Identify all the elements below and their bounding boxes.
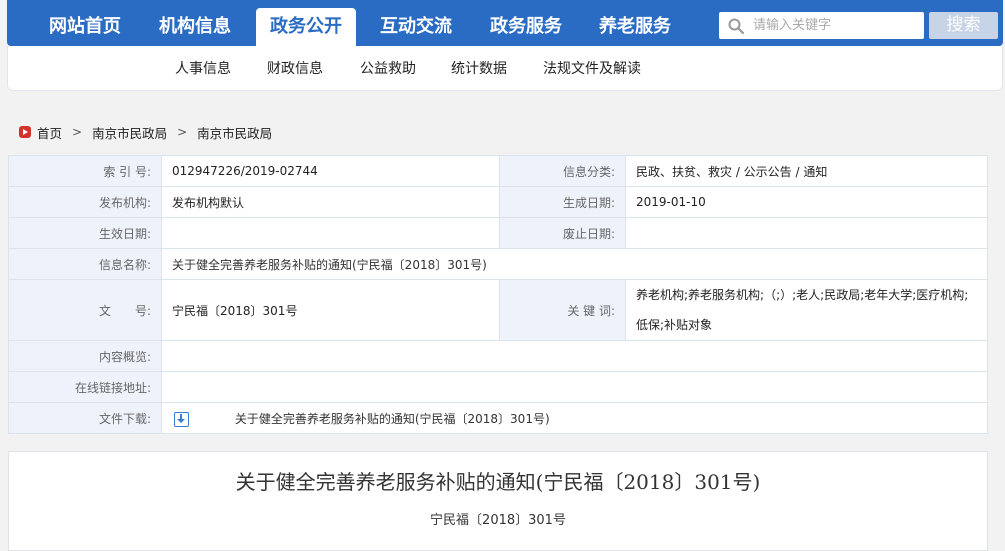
abolished-date-value — [625, 217, 988, 249]
breadcrumb-home[interactable]: 首页 — [37, 123, 62, 142]
search-input[interactable] — [753, 12, 918, 39]
nav-item-gov-services[interactable]: 政务服务 — [478, 8, 574, 46]
search-icon — [728, 18, 745, 35]
publisher-label: 发布机构: — [8, 186, 162, 218]
effective-date-label: 生效日期: — [8, 217, 162, 249]
breadcrumb-item[interactable]: 南京市民政局 — [197, 123, 272, 142]
subnav-item-personnel[interactable]: 人事信息 — [175, 58, 231, 78]
category-label: 信息分类: — [499, 155, 626, 187]
file-download-cell: 关于健全完善养老服务补贴的通知(宁民福〔2018〕301号) — [161, 402, 988, 434]
chevron-right-icon: > — [177, 125, 188, 139]
doc-number-value: 宁民福〔2018〕301号 — [161, 279, 500, 341]
nav-item-elderly-services[interactable]: 养老服务 — [587, 8, 683, 46]
online-link-label: 在线链接地址: — [8, 371, 162, 403]
overview-label: 内容概览: — [8, 340, 162, 372]
article-title: 关于健全完善养老服务补贴的通知(宁民福〔2018〕301号) — [235, 470, 761, 494]
subnav-item-finance[interactable]: 财政信息 — [267, 58, 323, 78]
effective-date-value — [161, 217, 500, 249]
file-download-label: 文件下载: — [8, 402, 162, 434]
nav-item-interaction[interactable]: 互动交流 — [368, 8, 464, 46]
nav-item-org-info[interactable]: 机构信息 — [147, 8, 243, 46]
nav-item-gov-affairs[interactable]: 政务公开 — [256, 8, 356, 46]
keywords-label: 关 键 词: — [499, 279, 626, 341]
sub-nav-bar: 人事信息 财政信息 公益救助 统计数据 法规文件及解读 — [7, 46, 1003, 91]
file-download-link[interactable]: 关于健全完善养老服务补贴的通知(宁民福〔2018〕301号) — [235, 412, 550, 426]
subnav-item-relief[interactable]: 公益救助 — [360, 58, 416, 78]
chevron-right-icon: > — [72, 125, 83, 139]
article-panel: 关于健全完善养老服务补贴的通知(宁民福〔2018〕301号) 宁民福〔2018〕… — [8, 451, 988, 551]
abolished-date-label: 废止日期: — [499, 217, 626, 249]
home-icon — [19, 126, 31, 138]
index-label: 索 引 号: — [8, 155, 162, 187]
created-date-label: 生成日期: — [499, 186, 626, 218]
doc-number-label: 文 号: — [8, 279, 162, 341]
publisher-value: 发布机构默认 — [161, 186, 500, 218]
subnav-item-regulations[interactable]: 法规文件及解读 — [543, 58, 641, 78]
info-name-label: 信息名称: — [8, 248, 162, 280]
search-box — [719, 12, 924, 39]
online-link-value — [161, 371, 988, 403]
index-value: 012947226/2019-02744 — [161, 155, 500, 187]
top-nav-bar: 网站首页 机构信息 政务公开 互动交流 政务服务 养老服务 搜索 — [7, 0, 1003, 46]
download-icon[interactable] — [174, 411, 189, 427]
info-name-value: 关于健全完善养老服务补贴的通知(宁民福〔2018〕301号) — [161, 248, 988, 280]
created-date-value: 2019-01-10 — [625, 186, 988, 218]
info-table: 索 引 号: 012947226/2019-02744 信息分类: 民政、扶贫、… — [8, 155, 988, 434]
article-doc-number: 宁民福〔2018〕301号 — [430, 513, 566, 528]
breadcrumb: 首页 > 南京市民政局 > 南京市民政局 — [19, 122, 272, 142]
breadcrumb-item[interactable]: 南京市民政局 — [92, 123, 167, 142]
category-value: 民政、扶贫、救灾 / 公示公告 / 通知 — [625, 155, 988, 187]
subnav-item-statistics[interactable]: 统计数据 — [451, 58, 507, 78]
search-button[interactable]: 搜索 — [929, 12, 998, 39]
keywords-value: 养老机构;养老服务机构;（;）;老人;民政局;老年大学;医疗机构;低保;补贴对象 — [625, 279, 988, 341]
nav-item-home[interactable]: 网站首页 — [37, 8, 133, 46]
overview-value — [161, 340, 988, 372]
